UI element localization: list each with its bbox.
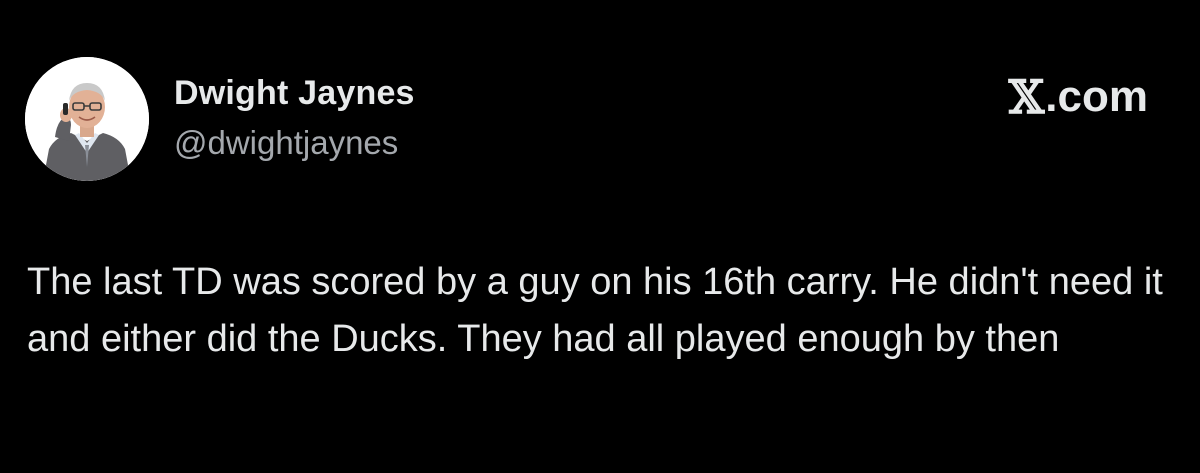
brand-suffix: .com [1045,72,1148,121]
author-handle[interactable]: @dwightjaynes [174,124,398,162]
author-name[interactable]: Dwight Jaynes [174,74,415,113]
person-portrait-icon [25,57,149,181]
author-avatar[interactable] [25,57,149,181]
tweet-card: Dwight Jaynes @dwightjaynes 𝕏 .com The l… [0,0,1200,473]
x-brand: 𝕏 .com [1009,70,1148,124]
x-logo-icon: 𝕏 [1008,70,1045,124]
tweet-text: The last TD was scored by a guy on his 1… [27,261,1163,360]
